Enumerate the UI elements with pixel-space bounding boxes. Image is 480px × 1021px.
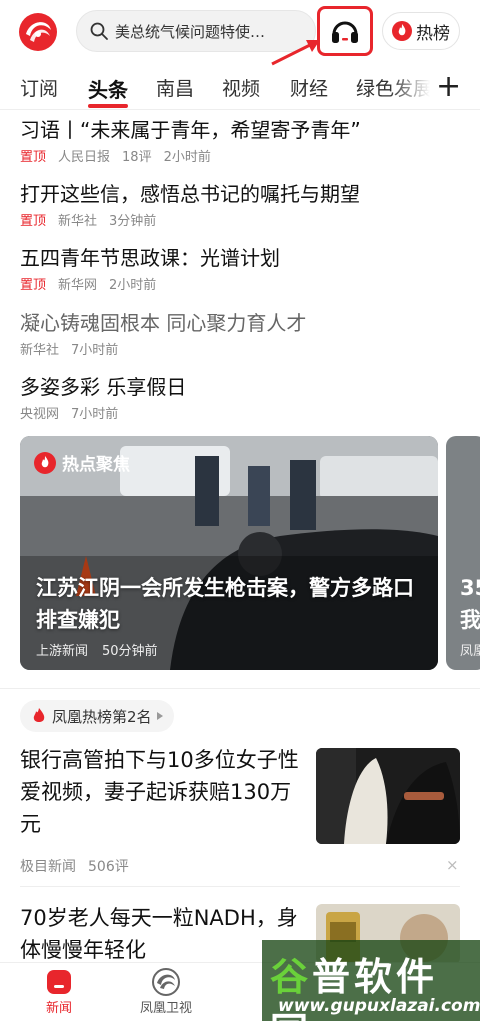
next-hot-topic-card[interactable]: 35 我 凤凰 [446, 436, 480, 670]
news-source: 央视网 [20, 407, 60, 422]
flame-icon [34, 451, 56, 474]
hot-topic-badge: 热点聚焦 [34, 450, 130, 475]
flame-icon [33, 708, 45, 722]
story-thumbnail[interactable] [316, 748, 460, 844]
divider [20, 886, 460, 887]
hot-topic-source: 上游新闻 [36, 644, 89, 659]
dismiss-icon[interactable]: × [446, 856, 459, 874]
news-time: 2小时前 [163, 150, 211, 165]
channel-tabs: 订阅 头条 南昌 视频 财经 绿色发展 + [0, 66, 480, 110]
news-meta: 置顶 新华社 3分钟前 [20, 210, 460, 229]
news-meta: 置顶 新华网 2小时前 [20, 274, 460, 293]
watermark-url: www.gupuxlazai.com [278, 996, 480, 1016]
nav-news-label: 新闻 [45, 1001, 72, 1016]
news-title: 多姿多彩 乐享假日 [20, 375, 187, 399]
hot-rank-pill[interactable]: 凤凰热榜第2名 [20, 700, 174, 732]
hot-topic-badge-label: 热点聚焦 [62, 455, 130, 475]
news-time: 2小时前 [109, 278, 157, 293]
pinned-badge: 置顶 [20, 278, 47, 293]
news-tab-icon [47, 970, 71, 994]
list-item[interactable]: 打开这些信，感悟总书记的嘱托与期望 置顶 新华社 3分钟前 [20, 180, 460, 229]
news-source: 人民日报 [58, 150, 111, 165]
top-bar: 美总统气候问题特使… 热榜 [0, 0, 480, 66]
tab-subscribe[interactable]: 订阅 [20, 74, 58, 101]
list-item[interactable]: 习语丨“未来属于青年，希望寄予青年” 置顶 人民日报 18评 2小时前 [20, 116, 460, 165]
news-title: 五四青年节思政课：光谱计划 [20, 246, 280, 270]
news-comments: 18评 [122, 150, 152, 165]
nav-phoenix-tv[interactable]: 凤凰卫视 [140, 967, 192, 1016]
add-channel-icon[interactable]: + [436, 70, 461, 104]
nav-phoenix-tv-label: 凤凰卫视 [140, 1001, 193, 1016]
news-time: 7小时前 [71, 407, 119, 422]
news-time: 3分钟前 [109, 214, 157, 229]
list-item[interactable]: 凝心铸魂固根本 同心聚力育人才 新华社 7小时前 [20, 309, 460, 358]
story-source: 极目新闻 [20, 859, 76, 875]
list-item[interactable]: 五四青年节思政课：光谱计划 置顶 新华网 2小时前 [20, 244, 460, 293]
hot-list-label: 热榜 [416, 23, 450, 44]
news-source: 新华社 [58, 214, 98, 229]
news-title: 习语丨“未来属于青年，希望寄予青年” [20, 118, 361, 142]
hot-rank-label: 凤凰热榜第2名 [52, 707, 152, 726]
headphones-icon [332, 21, 358, 43]
tab-nanchang[interactable]: 南昌 [156, 74, 194, 101]
watermark: 谷普软件园 www.gupuxlazai.com [262, 940, 480, 1021]
tab-finance[interactable]: 财经 [290, 74, 328, 101]
news-source: 新华社 [20, 343, 60, 358]
search-placeholder: 美总统气候问题特使… [115, 22, 266, 41]
news-source: 新华网 [58, 278, 98, 293]
chevron-right-icon [156, 712, 163, 720]
tab-headlines[interactable]: 头条 [88, 74, 128, 103]
hot-topic-card[interactable]: 热点聚焦 江苏江阴一会所发生枪击案，警方多路口排查嫌犯 上游新闻 50分钟前 [20, 436, 438, 670]
hot-topic-meta: 上游新闻 50分钟前 [36, 640, 172, 659]
story-meta: 极目新闻 506评 [20, 856, 141, 876]
next-card-source: 凤凰 [460, 644, 480, 659]
news-title: 打开这些信，感悟总书记的嘱托与期望 [20, 182, 360, 206]
phoenix-tv-icon [152, 968, 180, 996]
news-meta: 置顶 人民日报 18评 2小时前 [20, 146, 460, 165]
pinned-badge: 置顶 [20, 214, 47, 229]
hot-topic-time: 50分钟前 [102, 644, 158, 659]
listen-headphones-button[interactable] [317, 6, 373, 56]
flame-icon [392, 21, 412, 41]
phoenix-logo-icon[interactable] [18, 12, 58, 52]
tab-fade [390, 66, 430, 108]
active-tab-indicator [88, 104, 128, 108]
news-title: 凝心铸魂固根本 同心聚力育人才 [20, 311, 307, 335]
tab-video[interactable]: 视频 [222, 74, 260, 101]
hot-list-button[interactable]: 热榜 [382, 12, 460, 50]
story-comments: 506评 [88, 859, 129, 875]
list-item[interactable]: 多姿多彩 乐享假日 央视网 7小时前 [20, 373, 460, 422]
hot-topic-title: 江苏江阴一会所发生枪击案，警方多路口排查嫌犯 [36, 576, 414, 632]
next-card-title: 35 我 [460, 576, 480, 632]
news-meta: 新华社 7小时前 [20, 339, 460, 358]
news-time: 7小时前 [71, 343, 119, 358]
search-icon [90, 22, 108, 40]
story-title[interactable]: 银行高管拍下与10多位女子性爱视频，妻子起诉获赔130万元 [20, 744, 310, 840]
nav-news[interactable]: 新闻 [44, 967, 74, 1016]
pinned-badge: 置顶 [20, 150, 47, 165]
divider [0, 688, 480, 689]
news-meta: 央视网 7小时前 [20, 403, 460, 422]
